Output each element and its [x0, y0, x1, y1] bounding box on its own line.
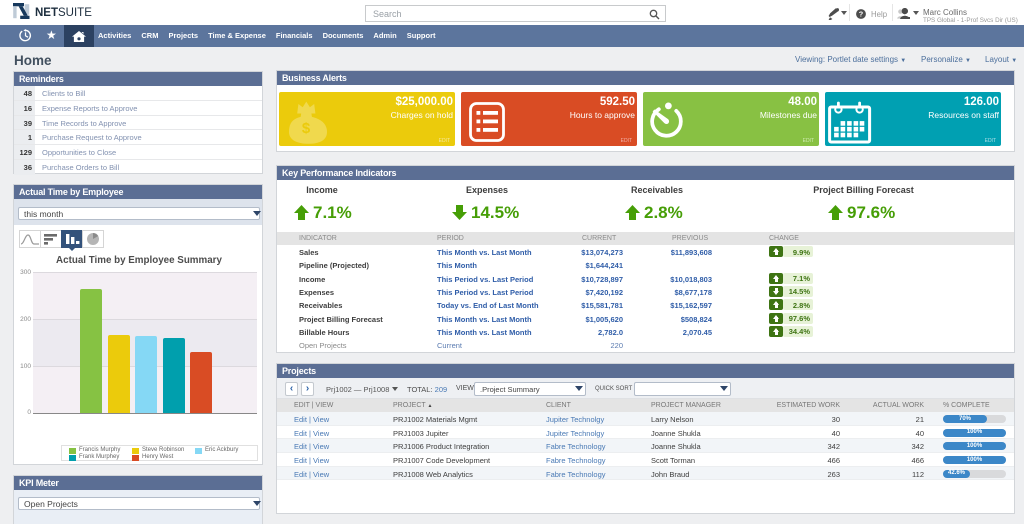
- svg-text:$: $: [302, 120, 311, 137]
- svg-text:?: ?: [859, 9, 864, 18]
